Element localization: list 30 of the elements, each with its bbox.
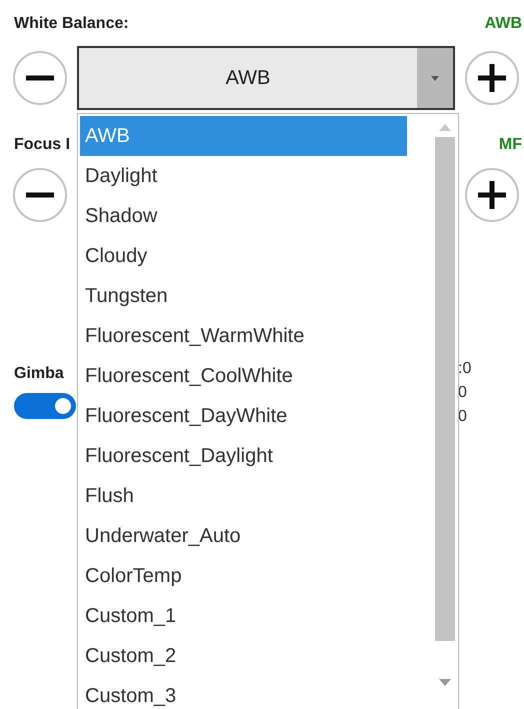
setting-label: Gimba	[14, 365, 65, 383]
dropdown-option[interactable]: Custom_2	[80, 636, 435, 676]
dropdown-option[interactable]: Daylight	[80, 156, 435, 196]
dropdown-option[interactable]: Tungsten	[80, 276, 435, 316]
combo-box[interactable]: AWB	[77, 46, 455, 110]
setting-label: Focus I	[14, 136, 70, 154]
reading-text: :0	[458, 359, 472, 379]
setting-value: MF	[498, 136, 523, 154]
minus-button[interactable]	[12, 50, 68, 106]
minus-button[interactable]	[12, 167, 68, 223]
setting-label: White Balance:	[14, 15, 129, 33]
dropdown-option[interactable]: Underwater_Auto	[80, 516, 435, 556]
dropdown-option[interactable]: Fluorescent_CoolWhite	[80, 356, 435, 396]
dropdown-option[interactable]: Fluorescent_DayWhite	[80, 396, 435, 436]
dropdown-option[interactable]: Flush	[80, 476, 435, 516]
dropdown-option[interactable]: Shadow	[80, 196, 435, 236]
dropdown-option[interactable]: ColorTemp	[80, 556, 435, 596]
reading-text: 0	[458, 383, 468, 403]
dropdown-option[interactable]: Cloudy	[80, 236, 435, 276]
plus-button[interactable]	[464, 167, 520, 223]
dropdown-option[interactable]: Fluorescent_Daylight	[80, 436, 435, 476]
dropdown-option[interactable]: Custom_1	[80, 596, 435, 636]
dropdown-arrow-icon	[431, 76, 439, 80]
plus-button[interactable]	[464, 50, 520, 106]
dropdown-option[interactable]: Fluorescent_WarmWhite	[80, 316, 435, 356]
dropdown-option[interactable]: Custom_3	[80, 676, 435, 709]
setting-value: AWB	[484, 15, 523, 33]
reading-text: 0	[458, 407, 468, 427]
scroll-down-icon[interactable]	[439, 679, 451, 686]
toggle-switch[interactable]	[14, 393, 76, 419]
